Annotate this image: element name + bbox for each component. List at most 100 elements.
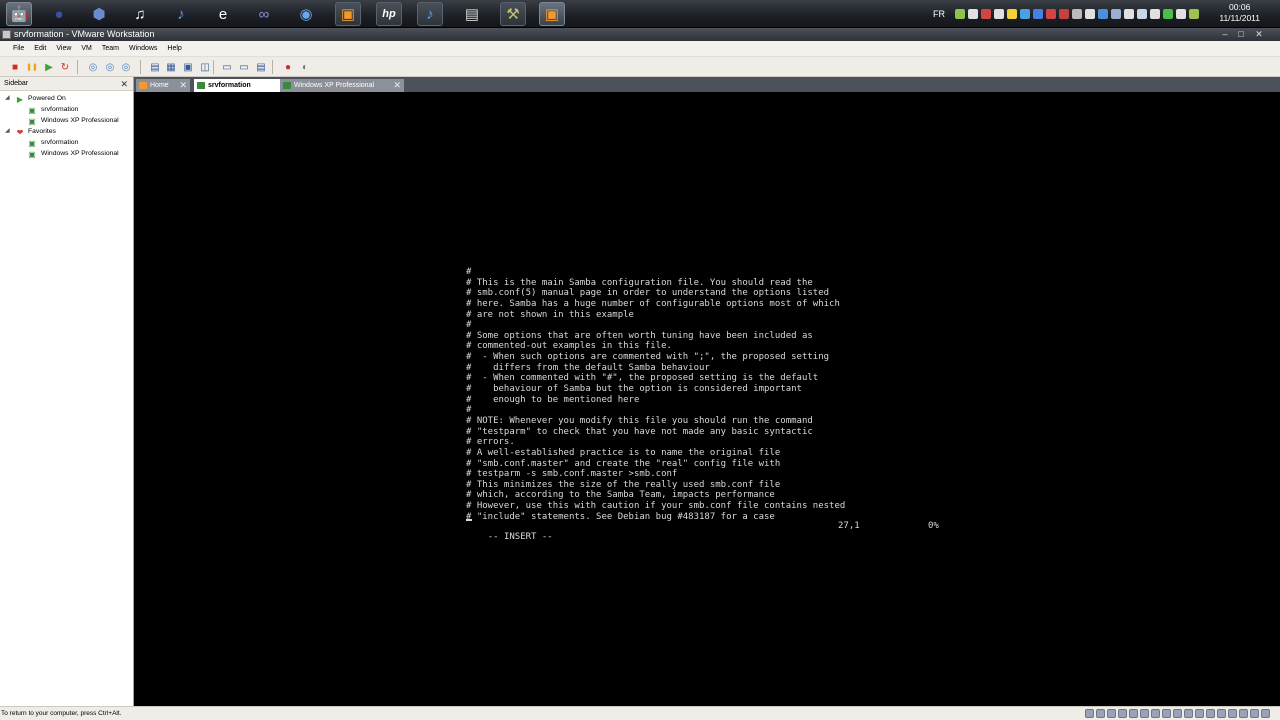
device-icon[interactable]: [1151, 709, 1160, 718]
tray-icon[interactable]: [1085, 9, 1095, 19]
thumbnail-view-icon[interactable]: ▭: [237, 60, 251, 74]
replay-icon[interactable]: ◐: [298, 60, 312, 74]
itunes-icon[interactable]: ♪: [168, 2, 194, 26]
tree-winxp-2[interactable]: ▣ Windows XP Professional: [0, 148, 133, 159]
quick-switch-icon[interactable]: ▦: [164, 60, 178, 74]
device-icon[interactable]: [1228, 709, 1237, 718]
power-off-icon[interactable]: ■: [8, 60, 22, 74]
summary-view-icon[interactable]: ▤: [254, 60, 268, 74]
tray-icon[interactable]: [1007, 9, 1017, 19]
tray-icon[interactable]: [1033, 9, 1043, 19]
menu-vm[interactable]: VM: [76, 45, 97, 52]
snapshot-icon[interactable]: ◎: [86, 60, 100, 74]
infinity-icon[interactable]: ∞: [251, 2, 277, 26]
music-note-icon[interactable]: ♫: [127, 2, 153, 26]
vmware-workstation-icon[interactable]: ▣: [539, 2, 565, 26]
device-icon[interactable]: [1217, 709, 1226, 718]
maximize-button[interactable]: □: [1234, 28, 1248, 41]
device-icon[interactable]: [1206, 709, 1215, 718]
tray-icon[interactable]: [1046, 9, 1056, 19]
device-icon[interactable]: [1195, 709, 1204, 718]
device-icon[interactable]: [1118, 709, 1127, 718]
snapshot-manager-icon[interactable]: ◎: [119, 60, 133, 74]
device-icon[interactable]: [1239, 709, 1248, 718]
device-icon[interactable]: [1184, 709, 1193, 718]
vm-icon: ▣: [28, 149, 36, 159]
suspend-icon[interactable]: ❚❚: [25, 60, 39, 74]
language-indicator[interactable]: FR: [933, 0, 945, 28]
tab-close-icon[interactable]: ✕: [179, 79, 187, 92]
full-screen-icon[interactable]: ▣: [181, 60, 195, 74]
tray-icon[interactable]: [1163, 9, 1173, 19]
tray-icon[interactable]: [1072, 9, 1082, 19]
reset-icon[interactable]: ↻: [58, 60, 72, 74]
tree-winxp-1[interactable]: ▣ Windows XP Professional: [0, 115, 133, 126]
menu-file[interactable]: File: [8, 45, 29, 52]
terminal-line: # This minimizes the size of the really …: [466, 479, 781, 490]
eclipse-icon[interactable]: ●: [46, 2, 72, 26]
tree-srvformation-1[interactable]: ▣ srvformation: [0, 104, 133, 115]
terminal-line: # errors.: [466, 437, 515, 448]
vim-cursor-position: 27,1: [838, 521, 860, 531]
tab-home[interactable]: Home ✕: [136, 79, 190, 92]
menu-team[interactable]: Team: [97, 45, 124, 52]
device-icon[interactable]: [1085, 709, 1094, 718]
power-on-icon[interactable]: ▶: [42, 60, 56, 74]
device-icon[interactable]: [1261, 709, 1270, 718]
tray-icon[interactable]: [994, 9, 1004, 19]
android-icon[interactable]: 🤖: [6, 2, 32, 26]
itunes-alt-icon[interactable]: ♪: [417, 2, 443, 26]
tray-icon[interactable]: [981, 9, 991, 19]
menu-view[interactable]: View: [51, 45, 76, 52]
tree-expand-toggle[interactable]: ◢: [5, 126, 10, 137]
close-button[interactable]: ✕: [1252, 28, 1266, 41]
menu-windows[interactable]: Windows: [124, 45, 162, 52]
device-icon[interactable]: [1250, 709, 1259, 718]
hp-icon[interactable]: hp: [376, 2, 402, 26]
device-icon[interactable]: [1129, 709, 1138, 718]
tab-windows-xp[interactable]: Windows XP Professional ✕: [280, 79, 404, 92]
terminal-line: # differs from the default Samba behavio…: [466, 362, 710, 373]
internet-explorer-icon[interactable]: e: [210, 2, 236, 26]
record-icon[interactable]: ●: [281, 60, 295, 74]
sidebar-close-icon[interactable]: ✕: [120, 77, 128, 91]
tray-icon[interactable]: [1137, 9, 1147, 19]
tray-icon[interactable]: [1111, 9, 1121, 19]
tray-icon[interactable]: [1124, 9, 1134, 19]
tree-srvformation-2[interactable]: ▣ srvformation: [0, 137, 133, 148]
device-icon[interactable]: [1162, 709, 1171, 718]
home-icon: [139, 82, 147, 89]
minimize-button[interactable]: –: [1218, 28, 1232, 41]
folder-icon[interactable]: ▤: [459, 2, 485, 26]
device-icon[interactable]: [1173, 709, 1182, 718]
tree-powered-on[interactable]: ◢ ▶ Powered On: [0, 93, 133, 104]
tree-favorites[interactable]: ◢ ❤ Favorites: [0, 126, 133, 137]
tray-icon[interactable]: [1189, 9, 1199, 19]
globe-icon[interactable]: ◉: [293, 2, 319, 26]
revert-snapshot-icon[interactable]: ◎: [103, 60, 117, 74]
device-icon[interactable]: [1140, 709, 1149, 718]
device-icon[interactable]: [1107, 709, 1116, 718]
tray-icon[interactable]: [955, 9, 965, 19]
menu-edit[interactable]: Edit: [29, 45, 51, 52]
tray-icon[interactable]: [1020, 9, 1030, 19]
tray-icon[interactable]: [1150, 9, 1160, 19]
vm-console[interactable]: # # This is the main Samba configuration …: [135, 92, 1277, 706]
menu-help[interactable]: Help: [162, 45, 186, 52]
terminal-line: # smb.conf(5) manual page in order to un…: [466, 288, 830, 299]
clock-date: 11/11/2011: [1219, 13, 1260, 23]
tab-close-icon[interactable]: ✕: [393, 79, 401, 92]
clock[interactable]: 00:06 11/11/2011: [1219, 2, 1260, 24]
tray-icon[interactable]: [968, 9, 978, 19]
tray-icon[interactable]: [1098, 9, 1108, 19]
tool-icon[interactable]: ⚒: [500, 2, 526, 26]
device-icon[interactable]: [1096, 709, 1105, 718]
unity-icon[interactable]: ◫: [198, 60, 212, 74]
virtualbox-icon[interactable]: ⬢: [86, 2, 112, 26]
console-view-icon[interactable]: ▭: [220, 60, 234, 74]
tree-expand-toggle[interactable]: ◢: [5, 93, 10, 104]
vmware-icon[interactable]: ▣: [335, 2, 361, 26]
show-sidebar-icon[interactable]: ▤: [148, 60, 162, 74]
tray-icon[interactable]: [1059, 9, 1069, 19]
tray-icon[interactable]: [1176, 9, 1186, 19]
